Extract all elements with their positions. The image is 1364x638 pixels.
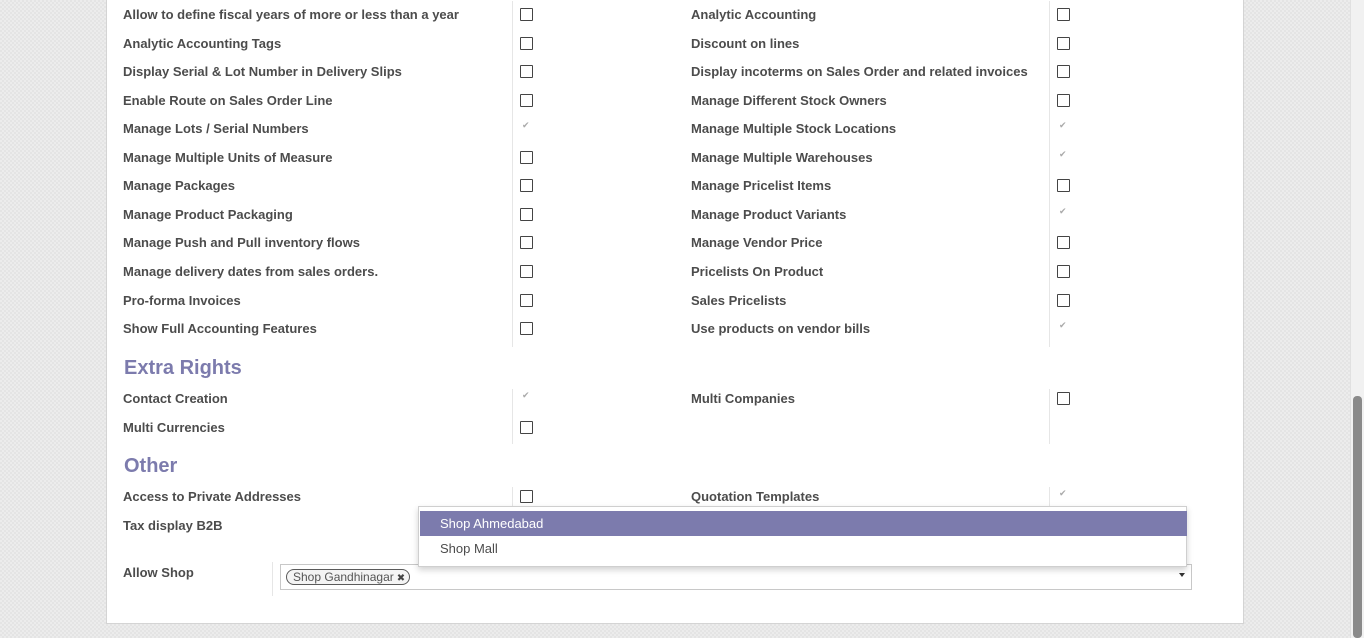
setting-label: Show Full Accounting Features: [123, 321, 317, 337]
technical-settings-separator-left: [512, 1, 513, 347]
setting-label: Display incoterms on Sales Order and rel…: [691, 64, 1028, 80]
setting-label: Discount on lines: [691, 35, 800, 51]
setting-label: Allow to define fiscal years of more or …: [123, 7, 459, 22]
technical-settings-separator-right: [1049, 1, 1050, 347]
setting-label: Analytic Accounting Tags: [123, 35, 282, 51]
setting-label: Manage Multiple Units of Measure: [123, 149, 333, 165]
setting-label: Manage Push and Pull inventory flows: [123, 235, 360, 251]
setting-label: Manage Multiple Stock Locations: [691, 121, 897, 137]
remove-tag-icon[interactable]: ✖: [397, 572, 405, 586]
setting-checkbox[interactable]: [520, 207, 533, 221]
setting-checkbox[interactable]: [520, 322, 533, 336]
setting-label: Access to Private Addresses: [123, 489, 302, 504]
setting-checkbox[interactable]: [520, 490, 533, 503]
setting-label: Manage delivery dates from sales orders.: [123, 263, 379, 279]
section-title-extra-rights: Extra Rights: [124, 357, 242, 379]
setting-label: Tax display B2B: [123, 517, 223, 533]
setting-checkbox[interactable]: [1057, 121, 1070, 135]
setting-checkbox[interactable]: [1057, 179, 1070, 193]
setting-label: Contact Creation: [123, 391, 228, 406]
setting-label: Quotation Templates: [691, 489, 820, 504]
setting-label: Manage Packages: [123, 178, 236, 194]
setting-label: Multi Currencies: [123, 419, 225, 435]
setting-label: Sales Pricelists: [691, 292, 787, 308]
allow-shop-separator: [272, 562, 273, 596]
setting-checkbox[interactable]: [520, 121, 533, 135]
setting-label: Pricelists On Product: [691, 263, 824, 279]
dropdown-option-shop-ahmedabad[interactable]: Shop Ahmedabad: [420, 511, 1187, 536]
setting-checkbox[interactable]: [520, 264, 533, 278]
scrollbar-thumb[interactable]: [1353, 396, 1362, 638]
setting-checkbox[interactable]: [520, 93, 533, 107]
extra-rights-separator-left: [512, 389, 513, 444]
setting-label: Manage Different Stock Owners: [691, 92, 887, 108]
setting-checkbox[interactable]: [520, 179, 533, 193]
setting-label: Use products on vendor bills: [691, 321, 871, 337]
setting-checkbox[interactable]: [520, 236, 533, 250]
setting-checkbox[interactable]: [1057, 321, 1070, 335]
setting-checkbox[interactable]: [520, 420, 533, 434]
setting-label: Manage Product Packaging: [123, 206, 293, 222]
setting-checkbox[interactable]: [520, 150, 533, 164]
setting-label: Display Serial & Lot Number in Delivery …: [123, 64, 402, 80]
setting-checkbox[interactable]: [520, 293, 533, 307]
setting-label: Manage Lots / Serial Numbers: [123, 121, 309, 137]
setting-checkbox[interactable]: [1057, 65, 1070, 79]
setting-checkbox[interactable]: [1057, 207, 1070, 221]
setting-checkbox[interactable]: [520, 8, 533, 21]
section-title-other: Other: [124, 455, 178, 477]
setting-label: Analytic Accounting: [691, 7, 817, 22]
shop-autocomplete-dropdown: Shop Ahmedabad Shop Mall: [418, 506, 1187, 567]
setting-checkbox[interactable]: [1057, 293, 1070, 307]
setting-checkbox[interactable]: [1057, 489, 1070, 503]
page-scrollbar[interactable]: [1350, 0, 1364, 638]
setting-label: Manage Multiple Warehouses: [691, 149, 873, 165]
setting-checkbox[interactable]: [1057, 392, 1070, 405]
allow-shop-many2many-field[interactable]: Shop Gandhinagar ✖: [280, 564, 1192, 590]
setting-label: Manage Vendor Price: [691, 235, 823, 251]
allow-shop-label: Allow Shop: [123, 565, 194, 580]
shop-tag: Shop Gandhinagar ✖: [286, 569, 411, 586]
setting-checkbox[interactable]: [1057, 93, 1070, 107]
setting-label: Multi Companies: [691, 391, 796, 406]
setting-checkbox[interactable]: [1057, 264, 1070, 278]
setting-checkbox[interactable]: [1057, 150, 1070, 164]
setting-label: Pro-forma Invoices: [123, 292, 241, 308]
setting-label: Manage Pricelist Items: [691, 178, 832, 194]
setting-checkbox[interactable]: [1057, 8, 1070, 21]
setting-checkbox[interactable]: [1057, 36, 1070, 50]
setting-checkbox[interactable]: [520, 391, 533, 405]
setting-label: Enable Route on Sales Order Line: [123, 92, 333, 108]
shop-tag-label: Shop Gandhinagar: [293, 570, 394, 584]
setting-checkbox[interactable]: [520, 36, 533, 50]
setting-checkbox[interactable]: [520, 65, 533, 79]
setting-checkbox[interactable]: [1057, 236, 1070, 250]
setting-label: Manage Product Variants: [691, 206, 847, 222]
extra-rights-separator-right: [1049, 389, 1050, 444]
dropdown-option-shop-mall[interactable]: Shop Mall: [420, 536, 1187, 561]
chevron-down-icon[interactable]: [1179, 573, 1185, 577]
